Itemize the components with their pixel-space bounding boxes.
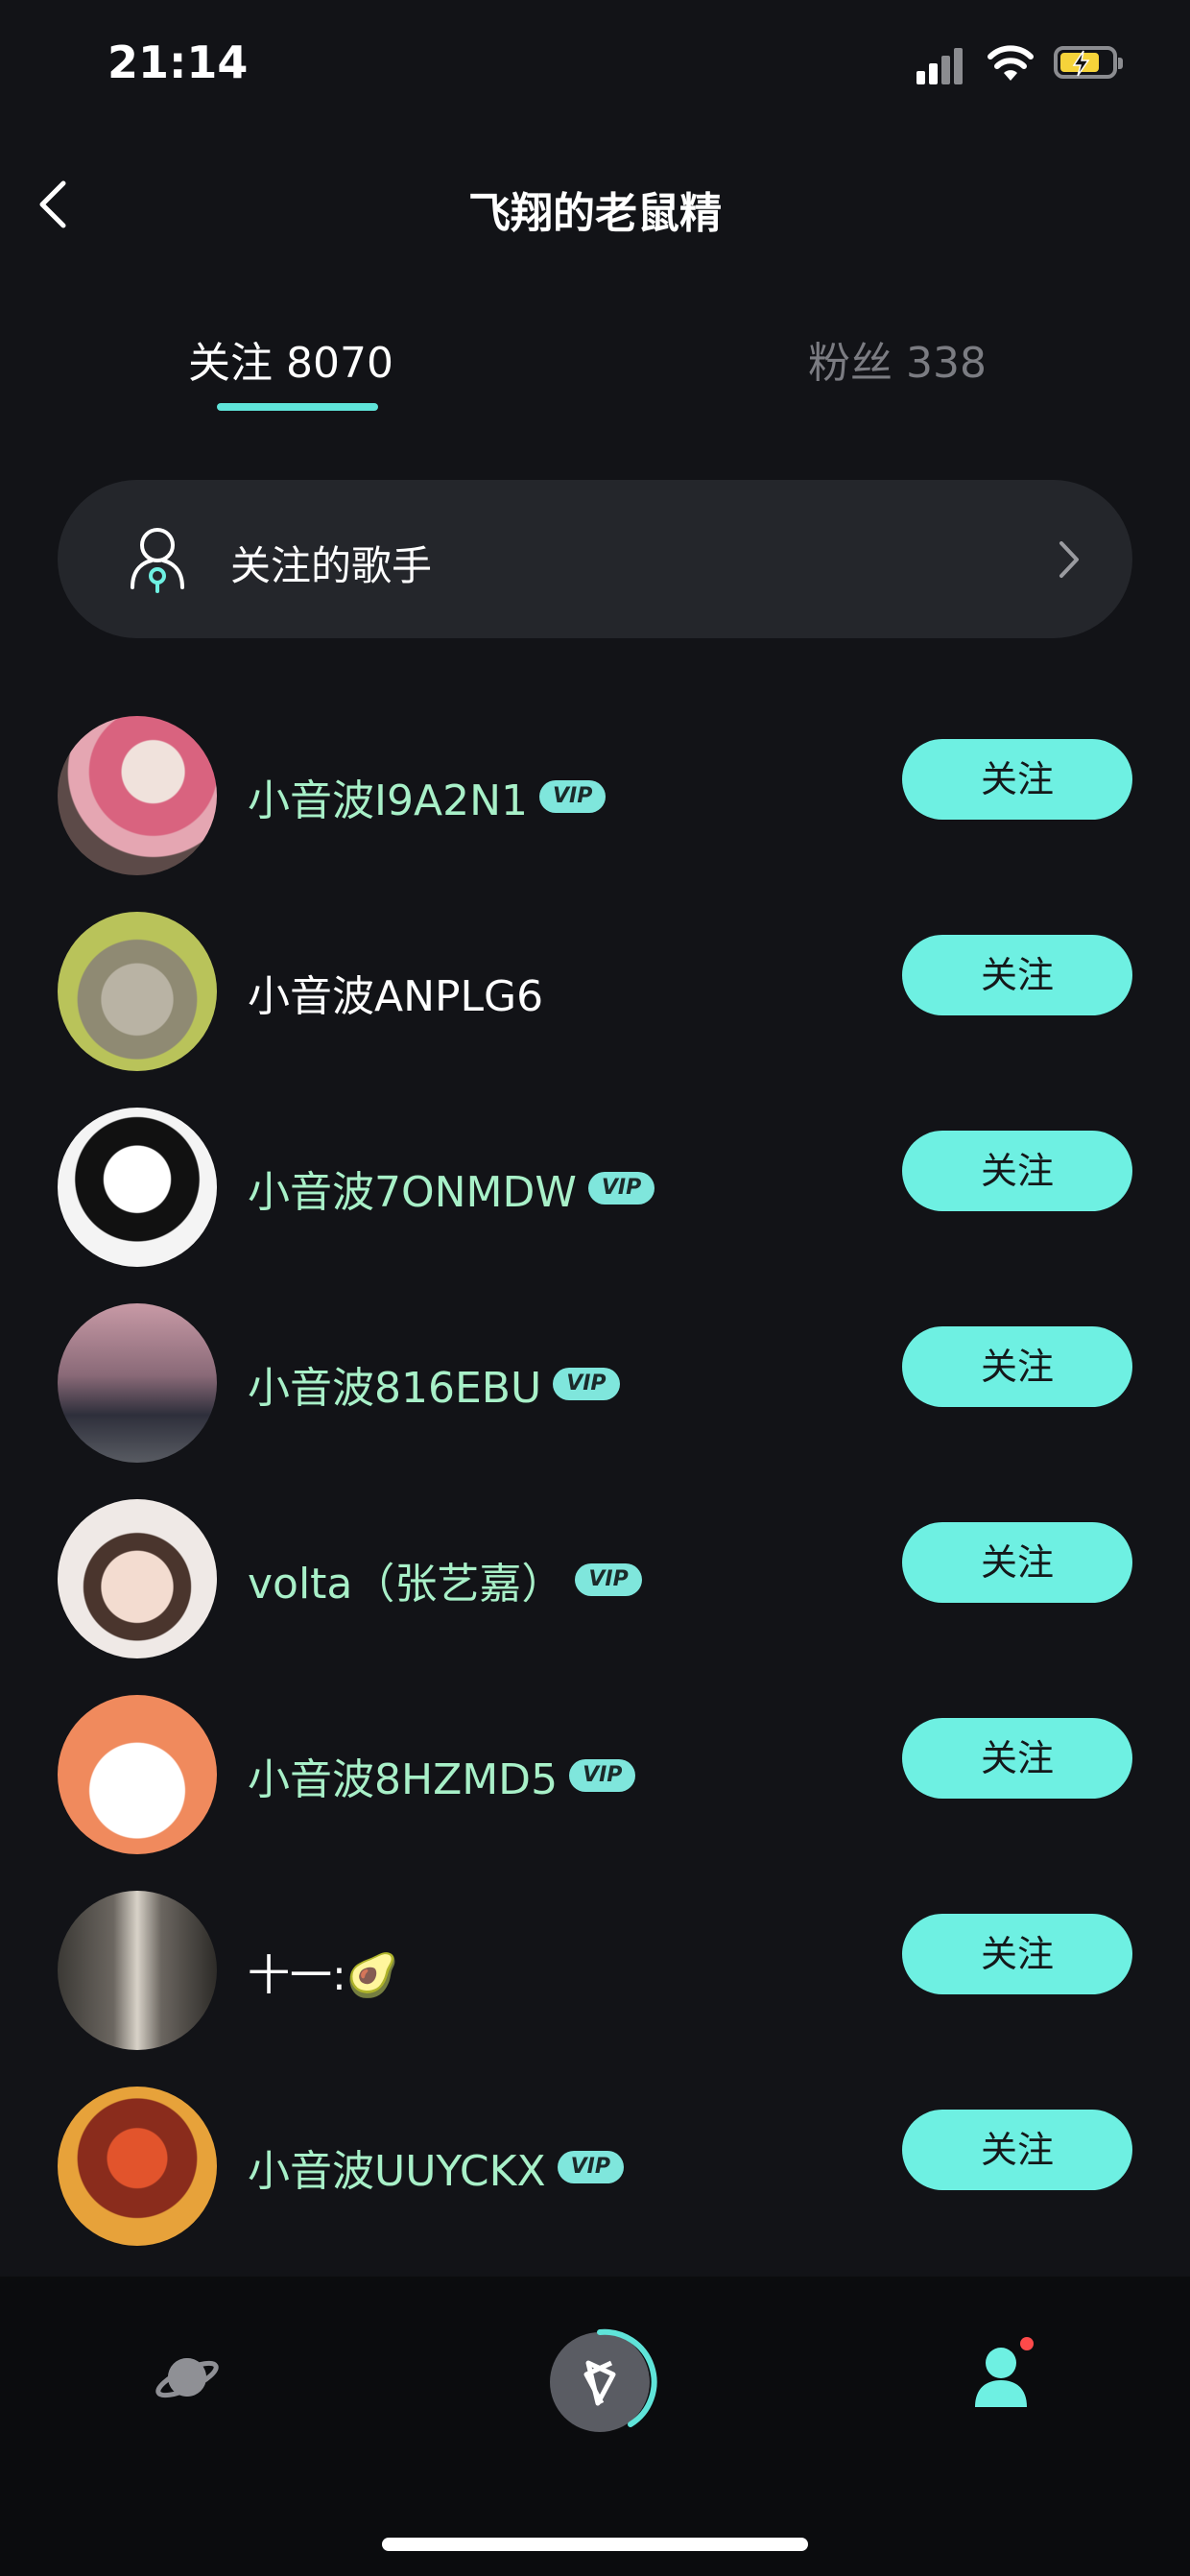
bottom-nav (0, 2277, 1190, 2576)
wifi-icon (988, 45, 1034, 81)
followed-singers-label: 关注的歌手 (230, 542, 433, 589)
status-bar: 21:14 (0, 0, 1190, 134)
username[interactable]: 小音波ANPLG6 (248, 962, 543, 1023)
list-item[interactable]: 小音波7ONMDW VIP 关注 (0, 1108, 1190, 1303)
list-item[interactable]: 小音波816EBU VIP 关注 (0, 1303, 1190, 1499)
avatar[interactable] (58, 716, 217, 875)
avatar[interactable] (58, 1695, 217, 1854)
profile-icon[interactable] (969, 2334, 1036, 2411)
avatar[interactable] (58, 1303, 217, 1463)
home-indicator (382, 2538, 808, 2551)
follow-button[interactable]: 关注 (902, 1326, 1132, 1407)
username[interactable]: volta（张艺嘉） VIP (248, 1549, 642, 1610)
list-item[interactable]: 小音波ANPLG6 关注 (0, 912, 1190, 1108)
music-play-icon[interactable] (542, 2325, 657, 2440)
list-item[interactable]: 小音波I9A2N1 VIP 关注 (0, 716, 1190, 912)
avatar[interactable] (58, 2087, 217, 2246)
vip-badge: VIP (557, 2151, 624, 2183)
vip-badge: VIP (538, 780, 607, 813)
cellular-signal-icon (916, 46, 966, 84)
page-title: 飞翔的老鼠精 (468, 189, 722, 238)
followed-singers-entry[interactable]: 关注的歌手 (58, 480, 1132, 638)
list-item[interactable]: volta（张艺嘉） VIP 关注 (0, 1499, 1190, 1695)
follow-button[interactable]: 关注 (902, 1914, 1132, 1994)
follow-button[interactable]: 关注 (902, 1131, 1132, 1211)
vip-badge: VIP (569, 1759, 636, 1792)
username[interactable]: 小音波UUYCKX VIP (248, 2136, 624, 2198)
username[interactable]: 小音波8HZMD5 VIP (248, 1745, 636, 1806)
battery-icon (1054, 46, 1123, 79)
username[interactable]: 小音波816EBU VIP (248, 1353, 620, 1415)
username[interactable]: 小音波7ONMDW VIP (248, 1157, 655, 1219)
follow-button[interactable]: 关注 (902, 739, 1132, 820)
list-item[interactable]: 小音波8HZMD5 VIP 关注 (0, 1695, 1190, 1891)
username[interactable]: 十一:🥑 (248, 1941, 399, 2002)
vip-badge: VIP (575, 1563, 642, 1596)
follow-button[interactable]: 关注 (902, 1522, 1132, 1603)
tab-following[interactable]: 关注 8070 (188, 328, 393, 390)
vip-badge: VIP (587, 1172, 655, 1205)
avatar[interactable] (58, 1891, 217, 2050)
active-tab-indicator (217, 403, 378, 411)
follow-button[interactable]: 关注 (902, 1718, 1132, 1799)
chevron-right-icon (1059, 541, 1079, 578)
avatar[interactable] (58, 1499, 217, 1658)
follow-button[interactable]: 关注 (902, 2110, 1132, 2190)
list-item[interactable]: 小音波UUYCKX VIP 关注 (0, 2087, 1190, 2282)
follow-button[interactable]: 关注 (902, 935, 1132, 1015)
vip-badge: VIP (553, 1368, 620, 1400)
status-time: 21:14 (107, 36, 249, 88)
avatar[interactable] (58, 1108, 217, 1267)
planet-icon[interactable] (154, 2344, 221, 2411)
avatar[interactable] (58, 912, 217, 1071)
singer-icon (131, 528, 184, 593)
list-item[interactable]: 十一:🥑 关注 (0, 1891, 1190, 2087)
tab-fans[interactable]: 粉丝 338 (808, 328, 987, 390)
username[interactable]: 小音波I9A2N1 VIP (248, 766, 607, 827)
